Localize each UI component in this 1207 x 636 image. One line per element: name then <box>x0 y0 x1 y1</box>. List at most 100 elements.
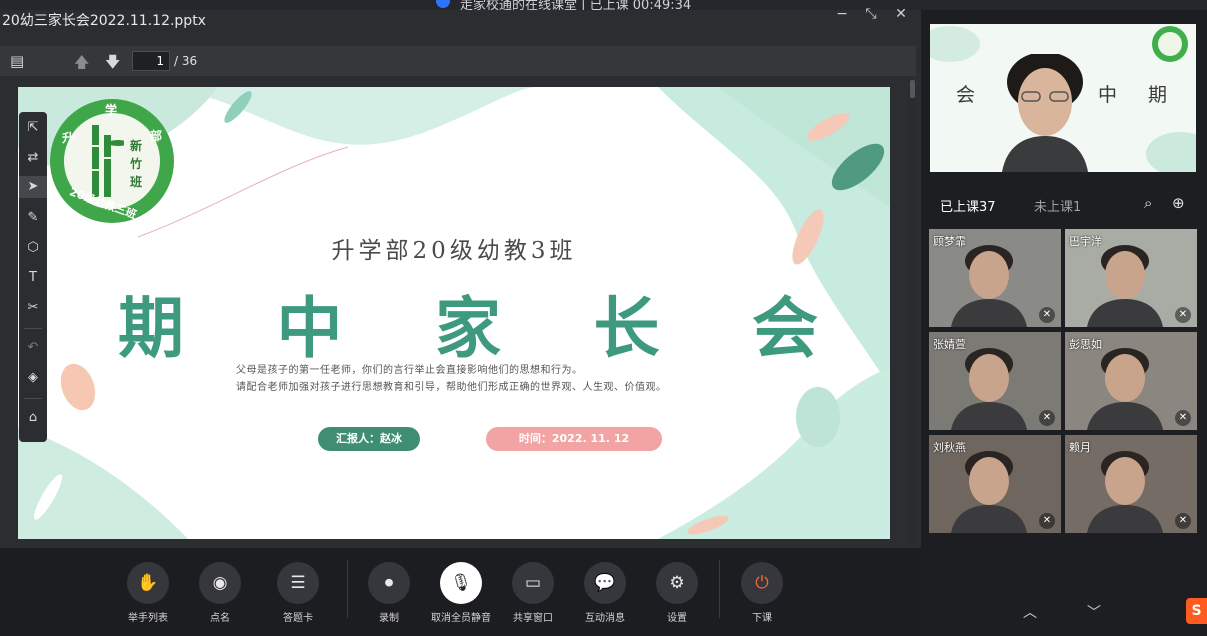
logo-char: 升 <box>62 131 75 145</box>
ime-badge-icon[interactable]: S <box>1186 598 1207 624</box>
record-icon: ⏺ <box>368 562 410 604</box>
answer-card-button[interactable]: ☰ 答题卡 <box>268 562 328 624</box>
interactive-messages-button[interactable]: 💬 互动消息 <box>575 562 635 624</box>
tab-absent[interactable]: 未上课1 <box>1034 196 1081 215</box>
restore-button[interactable]: ⤡ <box>862 6 880 22</box>
tool-separator <box>24 328 42 329</box>
logo-char: 学 <box>105 103 118 117</box>
slide-title: 期 中 家 长 会 <box>118 275 818 371</box>
student-video-tile[interactable]: 张婧萱 ✕ <box>929 332 1061 430</box>
logo-char: 新 <box>130 139 143 153</box>
student-video-tile[interactable]: 赖月 ✕ <box>1065 435 1197 533</box>
student-name: 巴宇洋 <box>1069 235 1102 248</box>
class-control-bar: ✋ 举手列表 ◉ 点名 ☰ 答题卡 ⏺ 录制 🎙 取消全员静音 ▭ 共享窗口 💬… <box>0 548 921 636</box>
shape-icon[interactable]: ⬡ <box>19 240 47 255</box>
toolbar-divider <box>719 560 720 618</box>
date-pill: 时间：2022. 11. 12 <box>486 427 662 451</box>
roster-tabs: 已上课37 未上课1 ⌕ ⊕ <box>930 190 1196 218</box>
toolbar-divider <box>347 560 348 618</box>
student-name: 张婧萱 <box>933 338 966 351</box>
muted-mic-icon[interactable]: ✕ <box>1175 307 1191 323</box>
screen-share-icon: ▭ <box>512 562 554 604</box>
button-label: 点名 <box>210 613 230 624</box>
teacher-person <box>1002 54 1088 172</box>
teacher-slide-char: 期 <box>1148 84 1168 106</box>
button-label: 设置 <box>667 613 687 624</box>
chat-icon: 💬 <box>584 562 626 604</box>
eraser-icon[interactable]: ◈ <box>19 370 47 385</box>
undo-icon[interactable]: ↶ <box>19 340 47 355</box>
scissors-icon[interactable]: ✂ <box>19 300 47 315</box>
button-label: 取消全员静音 <box>431 613 491 624</box>
title-char: 会 <box>752 289 818 367</box>
button-label: 下课 <box>752 613 772 624</box>
logo-char: 竹 <box>130 157 143 171</box>
muted-mic-icon[interactable]: ✕ <box>1039 307 1055 323</box>
class-logo: 升 学 部 新 竹 班 20级幼教三班 <box>50 99 174 223</box>
title-char: 中 <box>276 289 343 367</box>
slide-text-line: 父母是孩子的第一任老师，你们的言行举止会直接影响他们的思想和行为。 <box>236 365 583 376</box>
settings-button[interactable]: ⚙ 设置 <box>647 562 707 624</box>
next-page-icon[interactable]: 🡇 <box>105 52 120 77</box>
muted-mic-icon[interactable]: ✕ <box>1039 410 1055 426</box>
power-icon: ⏻ <box>741 562 783 604</box>
title-char: 长 <box>593 289 660 367</box>
hand-icon: ✋ <box>127 562 169 604</box>
close-button[interactable]: ✕ <box>892 6 910 22</box>
scrollbar-thumb[interactable] <box>910 80 915 98</box>
end-class-button[interactable]: ⏻ 下课 <box>732 562 792 624</box>
button-label: 举手列表 <box>128 613 168 624</box>
raise-hand-list-button[interactable]: ✋ 举手列表 <box>118 562 178 624</box>
select-area-icon[interactable]: ⇱ <box>19 120 47 135</box>
microphone-icon: 🎙 <box>440 562 482 604</box>
student-video-tile[interactable]: 刘秋燕 ✕ <box>929 435 1061 533</box>
gear-icon: ⚙ <box>656 562 698 604</box>
text-icon[interactable]: T <box>19 270 47 285</box>
sidebar-toggle-icon[interactable]: ▤ <box>10 52 24 70</box>
button-label: 共享窗口 <box>513 613 553 624</box>
title-char: 家 <box>435 289 501 367</box>
app-window: 走家校通的在线课堂 | 已上课 00:49:34 20幼三家长会2022.11.… <box>0 0 1207 636</box>
slide-canvas: 升 学 部 新 竹 班 20级幼教三班 升学部20级幼教3班 期 中 家 长 会… <box>18 87 890 539</box>
search-icon[interactable]: ⌕ <box>1144 194 1152 212</box>
page-number-input[interactable]: 1 <box>132 51 170 71</box>
annotation-toolbar: ⇱ ⇄ ➤ ✎ ⬡ T ✂ ↶ ◈ ⌂ <box>19 112 47 442</box>
toolbox-icon[interactable]: ⌂ <box>19 410 47 425</box>
share-window-button[interactable]: ▭ 共享窗口 <box>503 562 563 624</box>
button-label: 答题卡 <box>283 613 313 624</box>
cursor-icon[interactable]: ➤ <box>19 176 47 198</box>
teacher-slide-char: 会 <box>956 84 976 106</box>
button-label: 互动消息 <box>585 613 625 624</box>
file-title: 20幼三家长会2022.11.12.pptx <box>2 13 206 29</box>
slide-scrollbar[interactable] <box>908 80 916 542</box>
add-user-icon[interactable]: ⊕ <box>1172 194 1185 212</box>
muted-mic-icon[interactable]: ✕ <box>1175 513 1191 529</box>
previous-page-icon[interactable]: 🡅 <box>74 52 89 77</box>
logo-char: 部 <box>150 129 163 143</box>
laser-pointer-icon[interactable]: ⇄ <box>19 150 47 165</box>
teacher-slide-char: 中 <box>1098 84 1118 106</box>
slide-text-line: 请配合老师加强对孩子进行思想教育和引导，帮助他们形成正确的世界观、人生观、价值观… <box>236 382 667 393</box>
student-video-tile[interactable]: 顾梦霏 ✕ <box>929 229 1061 327</box>
student-video-tile[interactable]: 巴宇洋 ✕ <box>1065 229 1197 327</box>
page-total: / 36 <box>174 54 198 68</box>
unmute-all-button[interactable]: 🎙 取消全员静音 <box>431 562 491 624</box>
ppt-toolbar: ▤ 🡅 🡇 1 / 36 <box>0 46 916 76</box>
pen-icon[interactable]: ✎ <box>19 210 47 225</box>
scroll-down-icon[interactable]: ﹀ <box>1087 602 1101 622</box>
slide-subtitle: 升学部20级幼教3班 <box>331 238 577 264</box>
record-button[interactable]: ⏺ 录制 <box>359 562 419 624</box>
tab-attended[interactable]: 已上课37 <box>940 196 996 215</box>
roll-call-button[interactable]: ◉ 点名 <box>190 562 250 624</box>
minimize-button[interactable]: − <box>833 6 851 22</box>
logo-char: 班 <box>130 175 143 189</box>
student-name: 刘秋燕 <box>933 441 966 454</box>
tool-separator <box>24 398 42 399</box>
scroll-up-icon[interactable]: ︿ <box>1023 602 1037 622</box>
bamboo-icon <box>90 125 124 197</box>
title-char: 期 <box>118 289 184 367</box>
muted-mic-icon[interactable]: ✕ <box>1175 410 1191 426</box>
student-video-tile[interactable]: 彭思如 ✕ <box>1065 332 1197 430</box>
student-name: 彭思如 <box>1069 338 1102 351</box>
muted-mic-icon[interactable]: ✕ <box>1039 513 1055 529</box>
